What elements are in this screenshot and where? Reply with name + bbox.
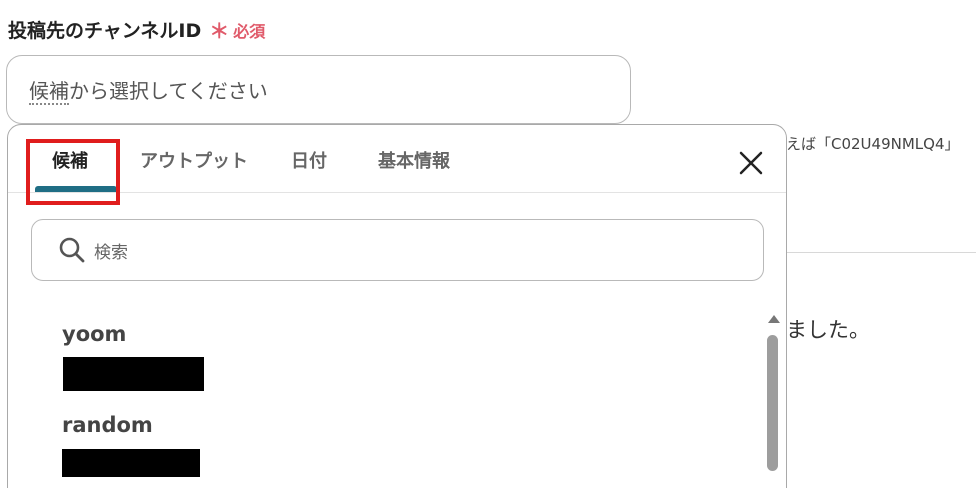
search-icon [59,237,85,263]
close-icon[interactable] [735,147,767,179]
tab-output[interactable]: アウトプット [140,147,248,173]
divider [786,252,976,253]
required-star-icon: ＊ [209,19,230,43]
list-item[interactable]: random [62,413,153,437]
popup-tabs: 候補 アウトプット 日付 基本情報 [8,125,786,205]
list-item[interactable]: yoom [62,322,126,346]
redacted-channel-id [62,449,200,477]
channel-select-input[interactable]: 候補から選択してください [6,55,631,124]
search-input[interactable]: 検索 [31,219,764,281]
required-badge: 必須 [233,21,266,41]
placeholder-rest: から選択してください [69,79,268,103]
field-hint-text: えば「C02U49NMLQ4」 [786,135,960,153]
background-message-text: ました。 [786,318,870,342]
highlight-annotation-box [26,139,120,205]
scrollbar-thumb[interactable] [767,335,778,471]
list-item-name: random [62,413,153,437]
list-item-name: yoom [62,322,127,346]
candidate-popup: 候補 アウトプット 日付 基本情報 検索 yoom random [7,124,787,488]
tab-date[interactable]: 日付 [291,147,327,173]
tab-basic-info[interactable]: 基本情報 [378,147,450,173]
select-placeholder: 候補から選択してください [29,75,268,105]
scroll-up-arrow-icon[interactable] [767,314,781,324]
field-label-text: 投稿先のチャンネルID [8,20,202,42]
search-placeholder: 検索 [94,242,128,263]
placeholder-candidates-term: 候補 [29,79,69,105]
field-label: 投稿先のチャンネルID ＊ 必須 [8,15,265,44]
redacted-channel-id [63,357,204,391]
